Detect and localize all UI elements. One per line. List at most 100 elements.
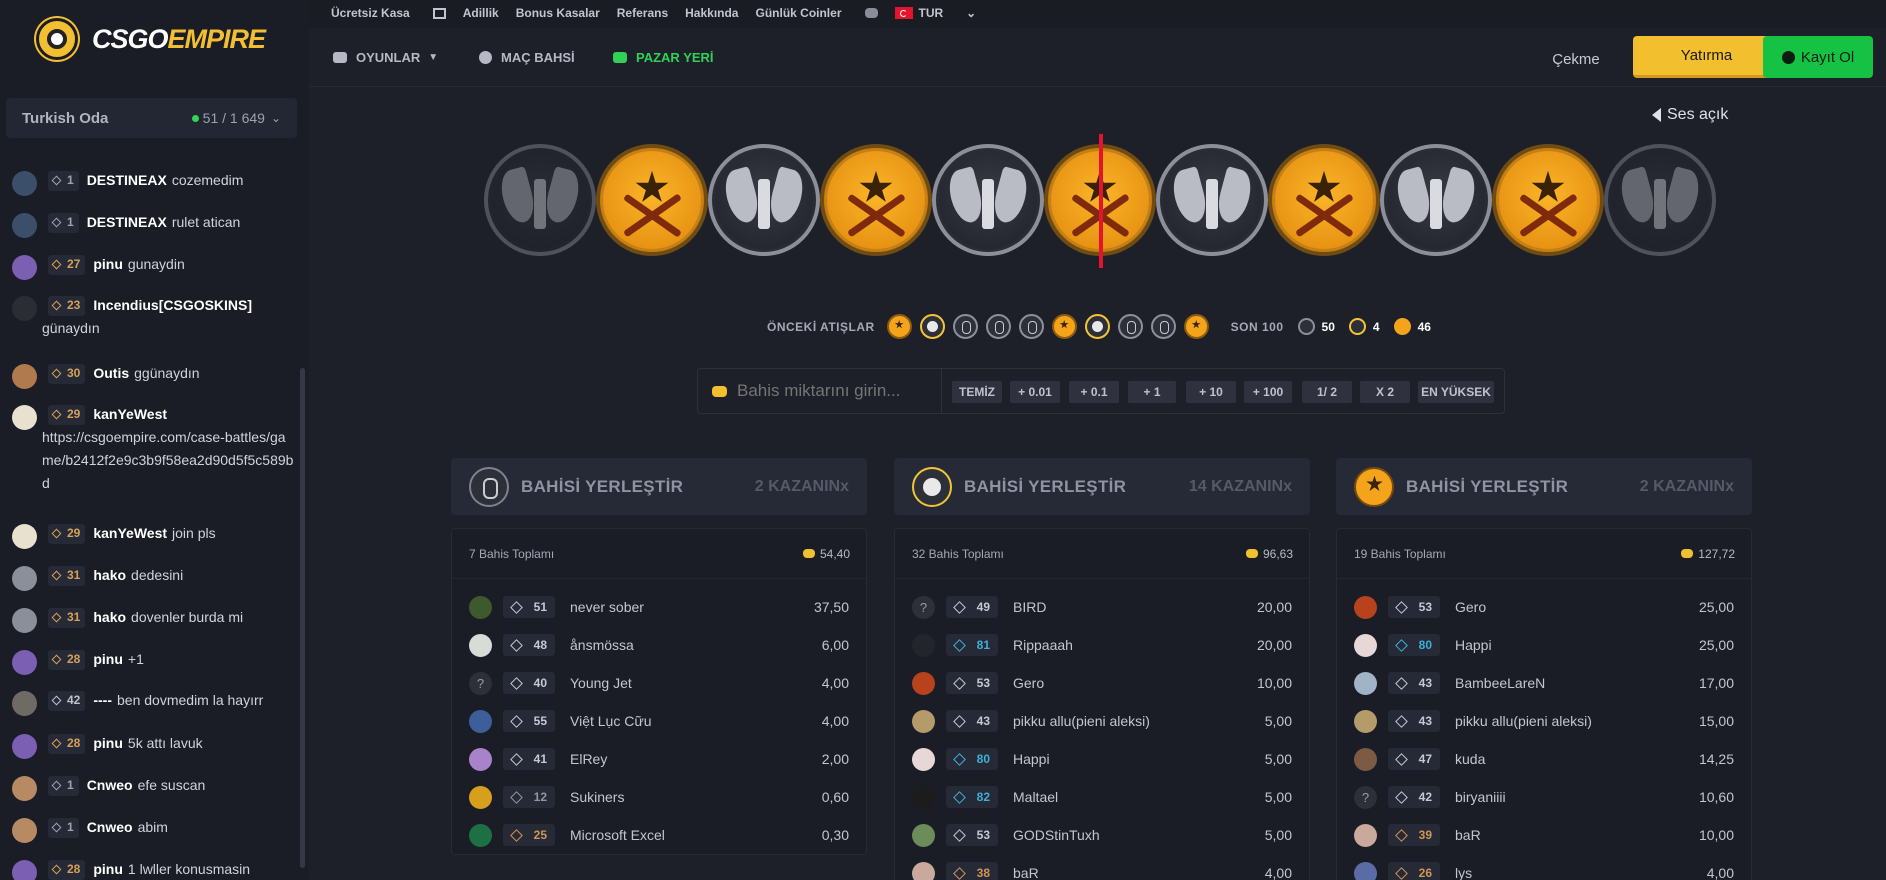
quick-bet-button[interactable]: EN YÜKSEK xyxy=(1418,381,1494,403)
avatar[interactable] xyxy=(12,860,37,880)
bettor-name[interactable]: Happi xyxy=(1013,751,1229,767)
place-bet-button[interactable]: BAHİSİ YERLEŞTİR 14 KAZANINx xyxy=(894,458,1310,515)
chat-username[interactable]: pinu xyxy=(93,648,123,671)
avatar[interactable] xyxy=(12,213,37,238)
nav-marketplace[interactable]: PAZAR YERİ xyxy=(613,50,714,65)
avatar[interactable] xyxy=(469,709,492,733)
bettor-name[interactable]: pikku allu(pieni aleksi) xyxy=(1013,713,1229,729)
avatar[interactable] xyxy=(912,861,935,880)
bettor-name[interactable]: Việt Lục Cữu xyxy=(570,713,786,729)
chat-username[interactable]: pinu xyxy=(93,732,123,755)
sound-toggle[interactable]: Ses açık xyxy=(1652,106,1728,124)
avatar[interactable] xyxy=(12,296,37,321)
avatar[interactable] xyxy=(12,171,37,196)
chat-username[interactable]: Outis xyxy=(93,362,129,385)
bettor-name[interactable]: GODStinTuxh xyxy=(1013,827,1229,843)
avatar[interactable] xyxy=(1354,823,1377,847)
avatar[interactable]: ? xyxy=(469,671,492,695)
quick-bet-button[interactable]: + 100 xyxy=(1244,381,1292,403)
chat-username[interactable]: hako xyxy=(93,606,126,629)
chat-username[interactable]: Incendius[CSGOSKINS] xyxy=(93,294,252,317)
withdraw-button[interactable]: Çekme xyxy=(1534,42,1618,76)
avatar[interactable] xyxy=(12,255,37,280)
chat-scrollbar-thumb[interactable] xyxy=(300,368,305,868)
quick-bet-button[interactable]: 1/ 2 xyxy=(1302,381,1352,403)
bettor-name[interactable]: baR xyxy=(1455,827,1671,843)
chat-username[interactable]: kanYeWest xyxy=(93,403,167,426)
avatar[interactable] xyxy=(12,405,37,430)
chat-username[interactable]: Cnweo xyxy=(87,816,133,839)
bettor-name[interactable]: never sober xyxy=(570,599,786,615)
fairness-link[interactable]: Adillik xyxy=(463,6,499,20)
bonus-cases-link[interactable]: Bonus Kasalar xyxy=(516,6,600,20)
avatar[interactable] xyxy=(469,595,492,619)
bettor-name[interactable]: BIRD xyxy=(1013,599,1229,615)
quick-bet-button[interactable]: X 2 xyxy=(1360,381,1410,403)
referral-link[interactable]: Referans xyxy=(617,6,668,20)
bettor-name[interactable]: Rippaaah xyxy=(1013,637,1229,653)
chat-username[interactable]: pinu xyxy=(93,253,123,276)
bettor-name[interactable]: biryaniiii xyxy=(1455,789,1671,805)
avatar[interactable] xyxy=(469,633,492,657)
avatar[interactable] xyxy=(1354,709,1377,733)
avatar[interactable] xyxy=(12,650,37,675)
avatar[interactable] xyxy=(12,691,37,716)
nav-match-betting[interactable]: MAÇ BAHSİ xyxy=(479,50,575,65)
daily-coins-link[interactable]: Günlük Coinler xyxy=(755,6,878,20)
bettor-name[interactable]: Happi xyxy=(1455,637,1671,653)
avatar[interactable] xyxy=(469,823,492,847)
bettor-name[interactable]: BambeeLareN xyxy=(1455,675,1671,691)
bettor-name[interactable]: pikku allu(pieni aleksi) xyxy=(1455,713,1671,729)
avatar[interactable] xyxy=(912,823,935,847)
avatar[interactable] xyxy=(12,566,37,591)
avatar[interactable] xyxy=(12,608,37,633)
avatar[interactable] xyxy=(912,747,935,771)
bettor-name[interactable]: lys xyxy=(1455,865,1671,880)
quick-bet-button[interactable]: + 0.01 xyxy=(1010,381,1060,403)
quick-bet-button[interactable]: + 10 xyxy=(1186,381,1236,403)
avatar[interactable] xyxy=(1354,633,1377,657)
place-bet-button[interactable]: BAHİSİ YERLEŞTİR 2 KAZANINx xyxy=(451,458,867,515)
avatar[interactable] xyxy=(912,633,935,657)
quick-bet-button[interactable]: + 0.1 xyxy=(1069,381,1119,403)
chat-username[interactable]: DESTINEAX xyxy=(87,211,167,234)
nav-games[interactable]: OYUNLAR ▼ xyxy=(333,50,438,65)
bettor-name[interactable]: Gero xyxy=(1455,599,1671,615)
avatar[interactable] xyxy=(912,671,935,695)
chat-username[interactable]: pinu xyxy=(93,858,123,880)
bettor-name[interactable]: kuda xyxy=(1455,751,1671,767)
deposit-button[interactable]: Yatırma xyxy=(1633,36,1780,78)
avatar[interactable] xyxy=(912,709,935,733)
bettor-name[interactable]: ElRey xyxy=(570,751,786,767)
bettor-name[interactable]: ånsmössa xyxy=(570,637,786,653)
avatar[interactable] xyxy=(12,364,37,389)
avatar[interactable] xyxy=(1354,595,1377,619)
bettor-name[interactable]: Microsoft Excel xyxy=(570,827,786,843)
avatar[interactable] xyxy=(12,524,37,549)
chat-room-selector[interactable]: Turkish Oda 51 / 1 649 ⌄ xyxy=(6,98,297,138)
site-logo[interactable]: CSGOEMPIRE xyxy=(36,18,266,60)
bet-amount-input[interactable] xyxy=(737,381,927,401)
avatar[interactable] xyxy=(12,818,37,843)
avatar[interactable] xyxy=(469,785,492,809)
bettor-name[interactable]: Gero xyxy=(1013,675,1229,691)
chat-username[interactable]: hako xyxy=(93,564,126,587)
language-selector[interactable]: TUR ⌄ xyxy=(894,6,994,20)
register-button[interactable]: Kayıt Ol xyxy=(1763,36,1873,78)
avatar[interactable] xyxy=(12,734,37,759)
bettor-name[interactable]: baR xyxy=(1013,865,1229,880)
about-link[interactable]: Hakkında xyxy=(685,6,738,20)
avatar[interactable] xyxy=(12,776,37,801)
avatar[interactable] xyxy=(469,747,492,771)
free-case-link[interactable]: Ücretsiz Kasa xyxy=(331,6,446,20)
quick-bet-button[interactable]: + 1 xyxy=(1128,381,1176,403)
bettor-name[interactable]: Maltael xyxy=(1013,789,1229,805)
bettor-name[interactable]: Sukiners xyxy=(570,789,786,805)
quick-bet-button[interactable]: TEMİZ xyxy=(952,381,1002,403)
avatar[interactable] xyxy=(1354,747,1377,771)
chat-username[interactable]: Cnweo xyxy=(87,774,133,797)
avatar[interactable] xyxy=(1354,671,1377,695)
chat-username[interactable]: kanYeWest xyxy=(93,522,167,545)
avatar[interactable]: ? xyxy=(1354,785,1377,809)
place-bet-button[interactable]: BAHİSİ YERLEŞTİR 2 KAZANINx xyxy=(1336,458,1752,515)
